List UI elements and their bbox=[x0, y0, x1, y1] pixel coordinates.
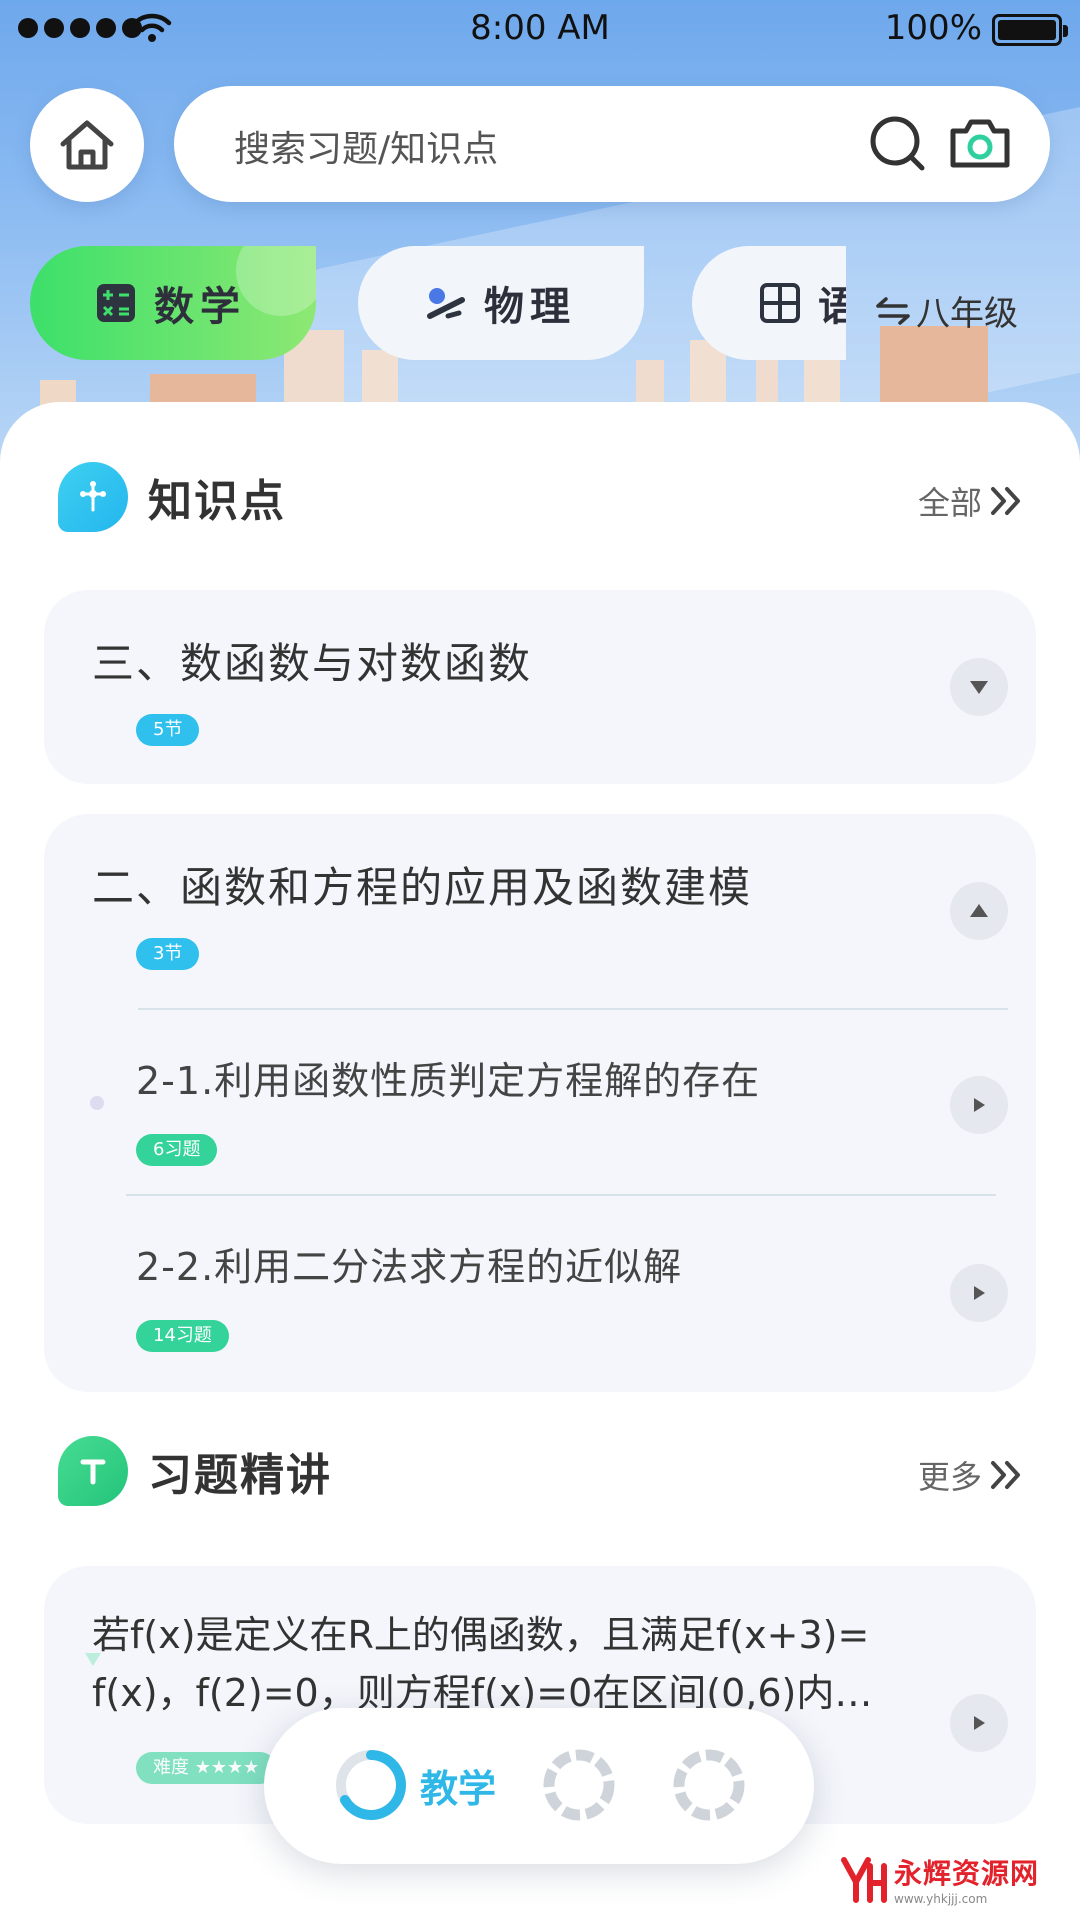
grid-icon bbox=[760, 283, 800, 323]
camera-icon[interactable] bbox=[948, 116, 1012, 170]
nav-item-3[interactable] bbox=[670, 1746, 748, 1824]
section-count-badge: 3节 bbox=[136, 938, 200, 970]
chapter-title: 三、数函数与对数函数 bbox=[92, 639, 533, 688]
grade-selector[interactable]: 八年级 bbox=[876, 286, 1018, 335]
ring-icon bbox=[673, 1749, 745, 1821]
tab-label: 数学 bbox=[154, 284, 246, 330]
home-button[interactable] bbox=[30, 88, 144, 202]
chapter-card[interactable]: 三、数函数与对数函数 5节 bbox=[44, 590, 1036, 784]
progress-ring-icon bbox=[336, 1750, 406, 1820]
swap-icon bbox=[876, 296, 910, 325]
nav-item-teaching[interactable]: 教学 bbox=[332, 1746, 496, 1824]
divider bbox=[126, 1194, 996, 1196]
physics-icon bbox=[426, 283, 466, 323]
chapter-card[interactable]: 二、函数和方程的应用及函数建模 3节 2-1.利用函数性质判定方程解的存在 6习… bbox=[44, 814, 1036, 1392]
knowledge-icon bbox=[58, 462, 128, 532]
play-button[interactable] bbox=[950, 1694, 1008, 1752]
double-chevron-icon bbox=[991, 487, 1020, 515]
play-icon bbox=[974, 1716, 985, 1730]
play-button[interactable] bbox=[950, 1264, 1008, 1322]
play-button[interactable] bbox=[950, 1076, 1008, 1134]
watermark-name: 永辉资源网 bbox=[894, 1857, 1040, 1890]
search-icon[interactable] bbox=[868, 114, 928, 174]
tab-label: 语 bbox=[818, 284, 846, 330]
nav-item-2[interactable] bbox=[540, 1746, 618, 1824]
question-line: 若f(x)是定义在R上的偶函数，且满足f(x+3)= bbox=[92, 1613, 870, 1657]
search-bar[interactable]: 搜索习题/知识点 bbox=[174, 86, 1050, 202]
expand-button[interactable] bbox=[950, 658, 1008, 716]
tab-math[interactable]: 数学 bbox=[30, 246, 316, 360]
watermark-url: www.yhkjjj.com bbox=[894, 1892, 988, 1906]
knowledge-header: 知识点 bbox=[58, 462, 286, 532]
knowledge-all-link[interactable]: 全部 bbox=[918, 478, 1022, 524]
status-bar: 8:00 AM 100% bbox=[0, 0, 1080, 58]
exercise-count-badge: 14习题 bbox=[136, 1320, 229, 1352]
home-icon bbox=[60, 120, 114, 170]
watermark: 永辉资源网 www.yhkjjj.com bbox=[836, 1852, 1039, 1906]
exercises-icon bbox=[58, 1436, 128, 1506]
nav-label: 教学 bbox=[420, 1766, 497, 1811]
battery-percent: 100% bbox=[884, 8, 982, 48]
exercise-count-badge: 6习题 bbox=[136, 1134, 218, 1166]
divider bbox=[138, 1008, 1008, 1010]
caret-up-icon bbox=[970, 904, 988, 917]
bottom-nav: 教学 bbox=[264, 1708, 814, 1864]
more-label: 全部 bbox=[917, 484, 982, 522]
search-placeholder: 搜索习题/知识点 bbox=[234, 129, 499, 170]
tab-label: 物理 bbox=[484, 284, 576, 330]
calculator-icon bbox=[96, 283, 136, 323]
section-title: 2-2.利用二分法求方程的近似解 bbox=[136, 1245, 683, 1289]
watermark-logo-icon bbox=[841, 1857, 887, 1903]
exercises-more-link[interactable]: 更多 bbox=[918, 1452, 1022, 1498]
section-count-badge: 5节 bbox=[136, 714, 200, 746]
tab-chinese[interactable]: 语 bbox=[692, 246, 846, 360]
ring-icon bbox=[543, 1749, 615, 1821]
section-title: 习题精讲 bbox=[148, 1450, 332, 1501]
more-label: 更多 bbox=[917, 1458, 982, 1496]
section-title: 知识点 bbox=[148, 476, 286, 527]
battery-icon bbox=[992, 14, 1068, 46]
question-text: 若f(x)是定义在R上的偶函数，且满足f(x+3)= f(x)，f(2)=0，则… bbox=[92, 1606, 942, 1722]
exercises-header: 习题精讲 bbox=[58, 1436, 332, 1506]
bullet-dot bbox=[90, 1096, 104, 1110]
caret-down-icon bbox=[970, 681, 988, 694]
difficulty-badge: 难度 ★★★★ bbox=[136, 1752, 277, 1784]
chapter-title: 二、函数和方程的应用及函数建模 bbox=[92, 863, 753, 912]
section-title: 2-1.利用函数性质判定方程解的存在 bbox=[136, 1059, 761, 1103]
tab-physics[interactable]: 物理 bbox=[358, 246, 644, 360]
play-icon bbox=[974, 1286, 985, 1300]
double-chevron-icon bbox=[991, 1461, 1020, 1489]
grade-label: 八年级 bbox=[916, 294, 1018, 334]
collapse-button[interactable] bbox=[950, 882, 1008, 940]
play-icon bbox=[974, 1098, 985, 1112]
